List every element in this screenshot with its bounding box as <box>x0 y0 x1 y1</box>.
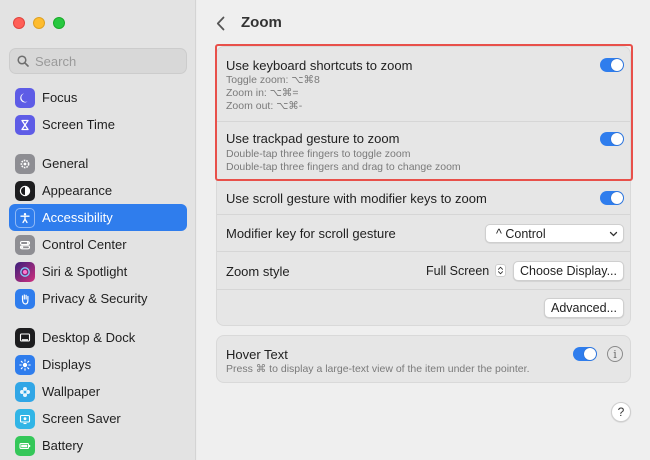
sidebar-item-label: Control Center <box>42 237 127 252</box>
hover-text-toggle[interactable] <box>573 347 597 361</box>
sidebar-item-label: Screen Saver <box>42 411 121 426</box>
sidebar-item-accessibility[interactable]: Accessibility <box>9 204 187 231</box>
battery-icon <box>15 435 35 456</box>
window-controls <box>13 17 65 29</box>
search-icon <box>17 55 29 67</box>
modifier-key-row: Modifier key for scroll gesture ^ Contro… <box>217 214 630 251</box>
zoom-style-row: Zoom style Full Screen Choose Display... <box>217 251 630 289</box>
sidebar-item-label: Displays <box>42 357 92 372</box>
sun-icon <box>15 354 35 375</box>
sidebar-item-label: Appearance <box>42 183 113 198</box>
zoom-settings-group: Use keyboard shortcuts to zoom Toggle zo… <box>216 46 631 326</box>
sidebar-item-wallpaper[interactable]: Wallpaper <box>9 378 187 405</box>
settings-window: Focus Screen Time General Appearance <box>0 0 650 460</box>
keyboard-shortcuts-row: Use keyboard shortcuts to zoom Toggle zo… <box>217 47 630 121</box>
search-field[interactable] <box>9 48 187 74</box>
trackpad-gesture-toggle[interactable] <box>600 132 624 146</box>
minimize-window-button[interactable] <box>33 17 45 29</box>
modifier-key-value: ^ Control <box>496 226 546 241</box>
sidebar-item-label: Wallpaper <box>42 384 101 399</box>
sidebar-item-focus[interactable]: Focus <box>9 84 187 111</box>
page-title: Zoom <box>241 14 282 31</box>
back-button[interactable] <box>213 14 227 32</box>
keyboard-shortcuts-title: Use keyboard shortcuts to zoom <box>226 58 413 73</box>
sidebar-item-general[interactable]: General <box>9 150 187 177</box>
toggle-zoom-shortcut: Toggle zoom: ⌥⌘8 <box>226 74 320 86</box>
hover-text-group: Hover Text Press ⌘ to display a large-te… <box>216 335 631 383</box>
close-window-button[interactable] <box>13 17 25 29</box>
modifier-key-popup[interactable]: ^ Control <box>485 224 624 243</box>
zoom-in-shortcut: Zoom in: ⌥⌘= <box>226 87 299 99</box>
sidebar-item-label: Privacy & Security <box>42 291 148 306</box>
sidebar-item-control-center[interactable]: Control Center <box>9 231 187 258</box>
advanced-row: Advanced... <box>217 289 630 325</box>
zoom-out-shortcut: Zoom out: ⌥⌘- <box>226 100 303 112</box>
sidebar-item-screen-time[interactable]: Screen Time <box>9 111 187 138</box>
main-pane: Zoom Use keyboard shortcuts to zoom Togg… <box>197 0 650 460</box>
gear-icon <box>15 153 35 174</box>
sidebar-item-label: Accessibility <box>42 210 113 225</box>
sidebar-item-label: Desktop & Dock <box>42 330 136 345</box>
trackpad-gesture-title: Use trackpad gesture to zoom <box>226 131 400 146</box>
toolbar: Zoom <box>197 0 650 46</box>
chevron-left-icon <box>216 16 224 30</box>
maximize-window-button[interactable] <box>53 17 65 29</box>
sidebar-item-desktop-dock[interactable]: Desktop & Dock <box>9 324 187 351</box>
chevron-down-icon <box>609 231 618 237</box>
up-down-chevron-icon <box>494 264 506 277</box>
trackpad-toggle-description: Double-tap three fingers to toggle zoom <box>226 148 411 160</box>
dock-icon <box>15 327 35 348</box>
zoom-style-title: Zoom style <box>226 264 290 279</box>
keyboard-shortcuts-toggle[interactable] <box>600 58 624 72</box>
sidebar-item-siri-spotlight[interactable]: Siri & Spotlight <box>9 258 187 285</box>
hover-text-row: Hover Text Press ⌘ to display a large-te… <box>217 336 630 384</box>
sidebar-item-label: Screen Time <box>42 117 115 132</box>
control-center-icon <box>15 234 35 255</box>
trackpad-drag-description: Double-tap three fingers and drag to cha… <box>226 161 461 173</box>
sidebar-list: Focus Screen Time General Appearance Acc… <box>9 84 187 459</box>
zoom-style-select[interactable]: Full Screen <box>426 264 506 278</box>
sidebar-item-privacy-security[interactable]: Privacy & Security <box>9 285 187 312</box>
hand-icon <box>15 288 35 309</box>
help-button[interactable]: ? <box>611 402 631 422</box>
sidebar-item-label: Battery <box>42 438 84 453</box>
scroll-gesture-title: Use scroll gesture with modifier keys to… <box>226 191 487 206</box>
appearance-icon <box>15 180 35 201</box>
scroll-gesture-toggle[interactable] <box>600 191 624 205</box>
sidebar-item-screen-saver[interactable]: Screen Saver <box>9 405 187 432</box>
hover-text-title: Hover Text <box>226 347 288 362</box>
search-input[interactable] <box>35 53 175 69</box>
siri-icon <box>15 261 35 282</box>
scroll-gesture-row: Use scroll gesture with modifier keys to… <box>217 180 630 214</box>
moon-icon <box>15 87 35 108</box>
sidebar-item-label: Focus <box>42 90 78 105</box>
sidebar-item-label: General <box>42 156 89 171</box>
sidebar-item-appearance[interactable]: Appearance <box>9 177 187 204</box>
info-icon[interactable]: i <box>607 346 623 362</box>
modifier-key-title: Modifier key for scroll gesture <box>226 226 396 241</box>
zoom-style-value: Full Screen <box>426 264 490 278</box>
flower-icon <box>15 381 35 402</box>
accessibility-icon <box>15 207 35 228</box>
advanced-button[interactable]: Advanced... <box>544 298 624 318</box>
choose-display-button[interactable]: Choose Display... <box>513 261 624 281</box>
trackpad-gesture-row: Use trackpad gesture to zoom Double-tap … <box>217 121 630 180</box>
screensaver-icon <box>15 408 35 429</box>
hover-text-description: Press ⌘ to display a large-text view of … <box>226 363 530 375</box>
hourglass-icon <box>15 114 35 135</box>
sidebar-item-battery[interactable]: Battery <box>9 432 187 459</box>
sidebar-item-label: Siri & Spotlight <box>42 264 128 279</box>
sidebar: Focus Screen Time General Appearance <box>0 0 196 460</box>
sidebar-item-displays[interactable]: Displays <box>9 351 187 378</box>
